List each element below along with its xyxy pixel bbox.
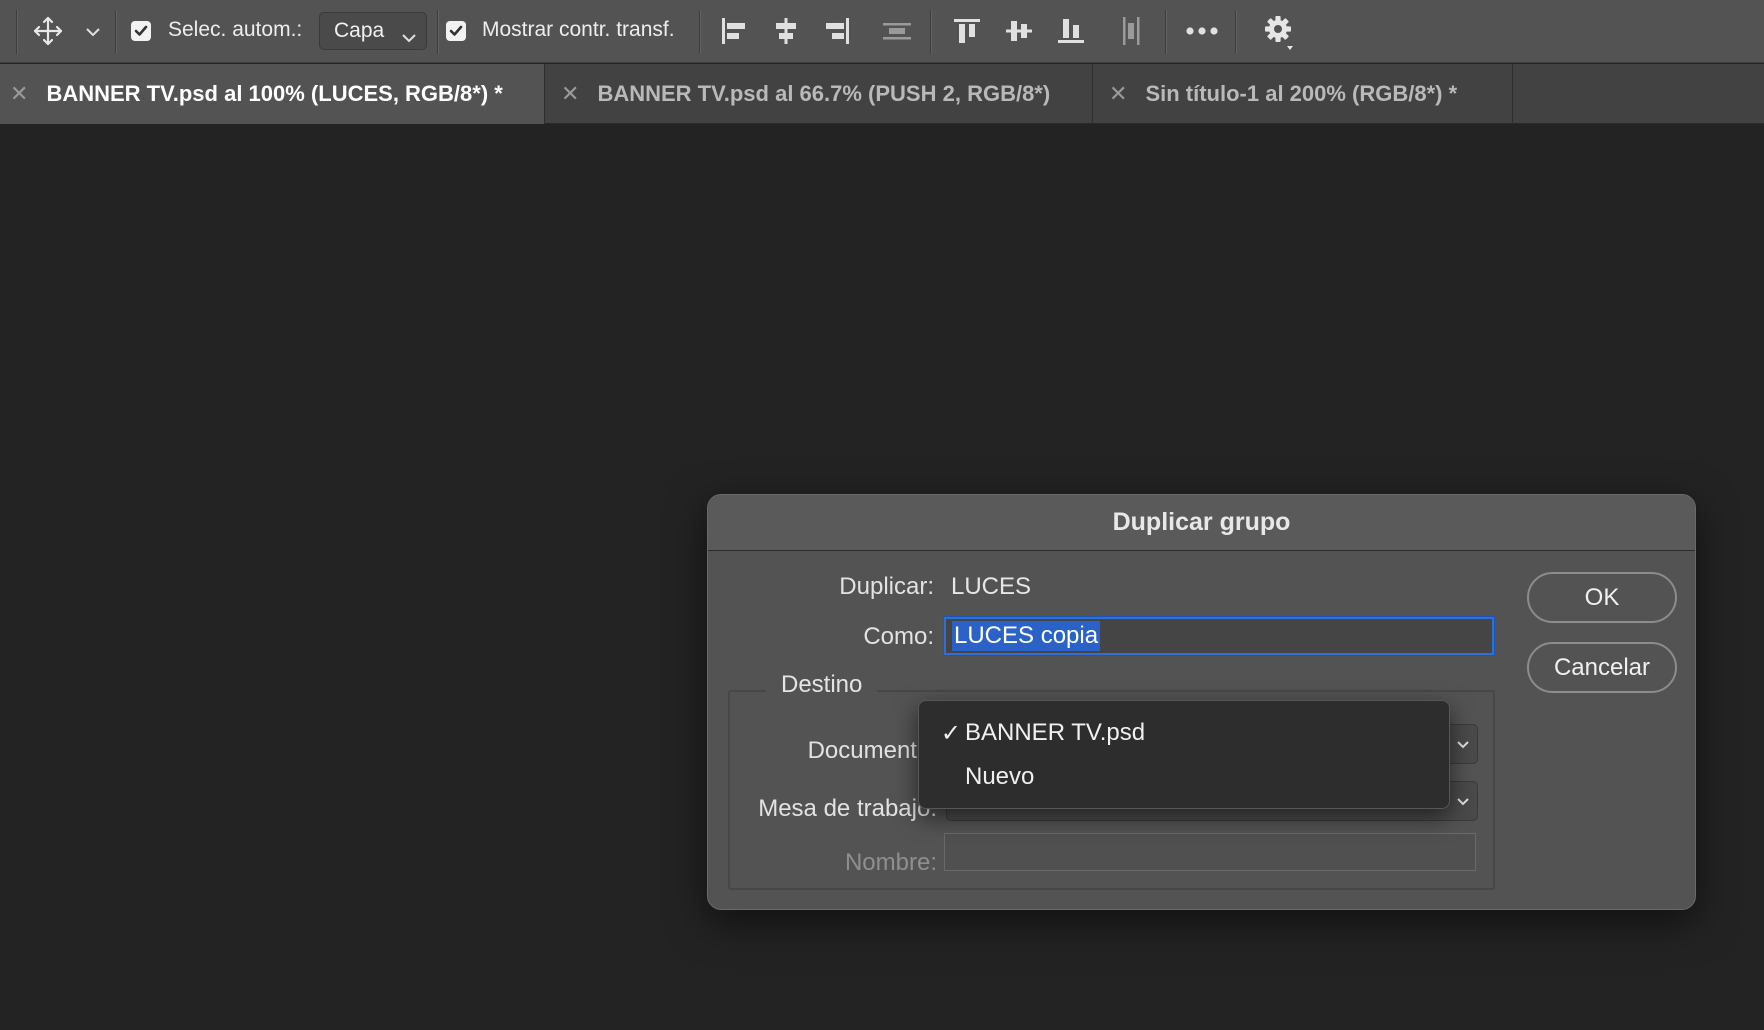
artboard-label: Mesa de trabajo: bbox=[758, 795, 937, 822]
tab-sin-titulo-1[interactable]: ✕ Sin título-1 al 200% (RGB/8*) * bbox=[1093, 64, 1513, 124]
align-bottom-icon[interactable] bbox=[1055, 14, 1087, 48]
separator bbox=[1165, 10, 1167, 54]
destination-legend: Destino bbox=[766, 671, 878, 699]
chevron-down-icon bbox=[1455, 791, 1471, 816]
show-transform-label: Mostrar contr. transf. bbox=[482, 18, 675, 41]
ok-button[interactable]: OK bbox=[1527, 572, 1677, 623]
layer-select-value: Capa bbox=[334, 19, 385, 42]
separator bbox=[115, 10, 117, 54]
layer-select[interactable]: Capa bbox=[319, 12, 427, 50]
align-vertical-center-icon[interactable] bbox=[1003, 14, 1035, 48]
document-dropdown-menu: ✓ BANNER TV.psd Nuevo bbox=[918, 700, 1450, 809]
as-name-input[interactable]: LUCES copia bbox=[944, 617, 1494, 655]
checkmark-icon: ✓ bbox=[940, 719, 961, 747]
options-bar-grip bbox=[16, 10, 18, 54]
show-transform-checkbox[interactable] bbox=[446, 21, 466, 41]
as-label: Como: bbox=[863, 623, 934, 650]
tab-banner-tv-push-2[interactable]: ✕ BANNER TV.psd al 66.7% (PUSH 2, RGB/8*… bbox=[545, 64, 1093, 124]
tab-label: BANNER TV.psd al 100% (LUCES, RGB/8*) * bbox=[46, 81, 503, 106]
chevron-down-icon[interactable] bbox=[83, 22, 103, 42]
distribute-horizontal-icon[interactable] bbox=[880, 14, 914, 48]
separator bbox=[437, 10, 439, 54]
align-top-icon[interactable] bbox=[951, 14, 983, 48]
align-horizontal-center-icon[interactable] bbox=[770, 14, 802, 48]
tab-banner-tv-luces[interactable]: ✕ BANNER TV.psd al 100% (LUCES, RGB/8*) … bbox=[0, 64, 545, 124]
gear-icon[interactable] bbox=[1262, 12, 1298, 52]
cancel-button[interactable]: Cancelar bbox=[1527, 642, 1677, 693]
tab-label: Sin título-1 al 200% (RGB/8*) * bbox=[1145, 81, 1458, 106]
chevron-down-icon bbox=[402, 25, 416, 49]
duplicate-value: LUCES bbox=[951, 573, 1032, 600]
tab-label: BANNER TV.psd al 66.7% (PUSH 2, RGB/8*) bbox=[597, 81, 1051, 106]
dropdown-item-nuevo[interactable]: Nuevo bbox=[919, 755, 1449, 799]
close-icon[interactable]: ✕ bbox=[10, 81, 28, 107]
dropdown-item-banner-tv[interactable]: ✓ BANNER TV.psd bbox=[919, 711, 1449, 755]
separator bbox=[1235, 10, 1237, 54]
align-left-icon[interactable] bbox=[718, 14, 750, 48]
separator bbox=[930, 10, 932, 54]
chevron-down-icon bbox=[1455, 734, 1471, 759]
document-tab-bar: ✕ BANNER TV.psd al 100% (LUCES, RGB/8*) … bbox=[0, 64, 1764, 124]
align-right-icon[interactable] bbox=[821, 14, 853, 48]
dialog-title: Duplicar grupo bbox=[708, 495, 1695, 551]
document-label: Documento: bbox=[807, 737, 937, 764]
distribute-vertical-icon[interactable] bbox=[1116, 14, 1148, 48]
dropdown-item-label: BANNER TV.psd bbox=[965, 719, 1146, 746]
name-input[interactable] bbox=[944, 833, 1476, 871]
close-icon[interactable]: ✕ bbox=[561, 81, 579, 107]
duplicate-label: Duplicar: bbox=[839, 573, 934, 600]
auto-select-label: Selec. autom.: bbox=[168, 18, 303, 41]
options-bar: Selec. autom.: Capa Mostrar contr. trans… bbox=[0, 0, 1764, 63]
move-tool-icon[interactable] bbox=[30, 13, 66, 49]
more-icon[interactable] bbox=[1183, 16, 1221, 46]
separator bbox=[699, 10, 701, 54]
close-icon[interactable]: ✕ bbox=[1109, 81, 1127, 107]
auto-select-checkbox[interactable] bbox=[131, 21, 151, 41]
dropdown-item-label: Nuevo bbox=[965, 763, 1035, 790]
as-name-selected-text: LUCES copia bbox=[952, 621, 1101, 651]
name-label: Nombre: bbox=[844, 849, 937, 876]
